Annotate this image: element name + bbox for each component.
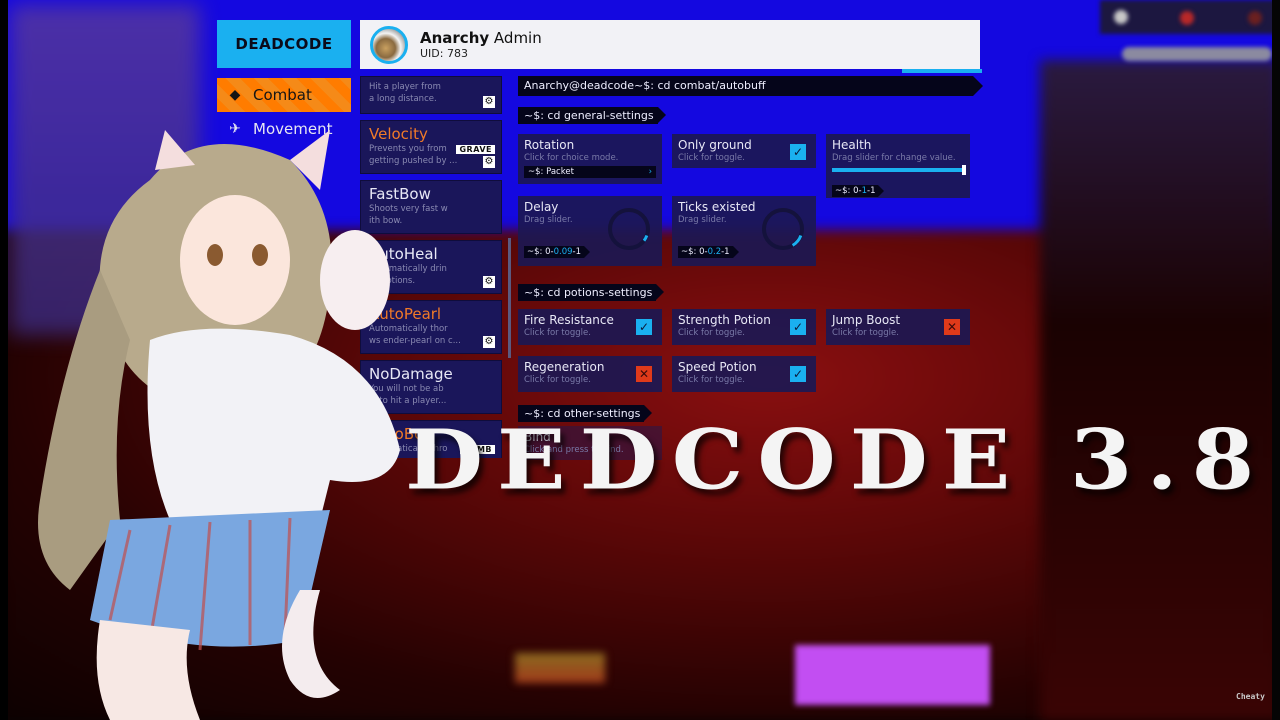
value-suffix: -1 (867, 186, 876, 196)
background-hud-dot (1180, 11, 1194, 25)
delay-dial-slider[interactable] (606, 206, 652, 252)
setting-delay[interactable]: Delay Drag slider. ~$: 0-0.09-1 (518, 196, 662, 266)
chevron-right-icon: › (648, 167, 652, 177)
ticks-dial-slider[interactable] (760, 206, 806, 252)
setting-potion[interactable]: Fire Resistance Click for toggle. ✓ (518, 309, 662, 345)
setting-hint: Click for choice mode. (524, 153, 619, 163)
combat-icon: ◆ (229, 87, 241, 103)
value-suffix: -1 (721, 247, 730, 257)
health-value: ~$: 0-1-1 (832, 185, 886, 197)
thumbnail-title: DEDCODE 3.8 (405, 411, 1269, 509)
character-sweater (147, 328, 400, 530)
profile-role: Admin (489, 28, 542, 47)
only-ground-checkbox[interactable]: ✓ (790, 144, 806, 160)
module-keybind-badge[interactable]: GRAVE (456, 145, 495, 154)
module-description: Hit a player from (369, 82, 441, 92)
setting-name: Rotation (524, 138, 575, 152)
profile-uid: UID: 783 (420, 46, 468, 60)
delay-value: ~$: 0-0.09-1 (524, 246, 590, 258)
background-hud-bar (1122, 47, 1272, 61)
profile-name-bold: Anarchy (420, 28, 490, 47)
background-blur-right (1040, 60, 1280, 720)
value-prefix: ~$: 0- (527, 247, 554, 257)
value-suffix: -1 (572, 247, 581, 257)
setting-ticks-existed[interactable]: Ticks existed Drag slider. ~$: 0-0.2-1 (672, 196, 816, 266)
section-general-wrap: ~$: cd general-settings (518, 104, 983, 124)
module-description: a long distance. (369, 94, 437, 105)
module-card[interactable]: Hit a player from a long distance. ⚙ (360, 76, 502, 114)
value-current: 0.2 (707, 247, 722, 257)
background-hotbar-purple (795, 645, 990, 705)
gear-icon[interactable]: ⚙ (483, 96, 495, 108)
value-prefix: ~$: 0- (835, 186, 862, 196)
category-combat[interactable]: ◆ Combat (217, 78, 351, 112)
section-potions-wrap: ~$: cd potions-settings (518, 281, 665, 301)
checkbox-checked[interactable]: ✓ (636, 319, 652, 335)
setting-name: Health (832, 138, 872, 152)
anime-character-illustration (38, 130, 400, 720)
select-value: ~$: Packet (528, 167, 574, 177)
ticks-value-wrap: ~$: 0-0.2-1 (678, 239, 739, 258)
module-list-scrollbar[interactable] (508, 238, 511, 358)
background-hud-dot (1248, 11, 1262, 25)
terminal-path: Anarchy@deadcode~$: cd combat/autobuff (518, 76, 983, 96)
setting-potion[interactable]: Regeneration Click for toggle. ✕ (518, 356, 662, 392)
setting-rotation[interactable]: Rotation Click for choice mode. ~$: Pack… (518, 134, 662, 184)
value-current: 0.09 (553, 247, 573, 257)
background-hud-dot (1114, 10, 1128, 24)
health-slider[interactable] (832, 165, 966, 175)
letterbox-right (1272, 0, 1280, 720)
checkbox-unchecked[interactable]: ✕ (944, 319, 960, 335)
section-general-settings: ~$: cd general-settings (518, 107, 666, 124)
character-eye (207, 244, 223, 266)
setting-potion[interactable]: Jump Boost Click for toggle. ✕ (826, 309, 970, 345)
setting-health[interactable]: Health Drag slider for change value. ~$:… (826, 134, 970, 198)
checkbox-checked[interactable]: ✓ (790, 366, 806, 382)
checkbox-checked[interactable]: ✓ (790, 319, 806, 335)
setting-potion[interactable]: Strength Potion Click for toggle. ✓ (672, 309, 816, 345)
category-label: Combat (253, 86, 312, 104)
checkbox-unchecked[interactable]: ✕ (636, 366, 652, 382)
setting-potion[interactable]: Speed Potion Click for toggle. ✓ (672, 356, 816, 392)
rotation-mode-select[interactable]: ~$: Packet › (524, 166, 656, 178)
slider-handle[interactable] (962, 165, 966, 175)
delay-value-wrap: ~$: 0-0.09-1 (524, 239, 590, 258)
settings-panel: Anarchy@deadcode~$: cd combat/autobuff ~… (518, 76, 983, 460)
avatar[interactable] (370, 25, 408, 64)
gear-icon[interactable]: ⚙ (483, 276, 495, 288)
character-paw-glove (320, 230, 390, 330)
ticks-value: ~$: 0-0.2-1 (678, 246, 739, 258)
background-hotbar-left (515, 653, 605, 683)
section-potions-settings: ~$: cd potions-settings (518, 284, 665, 301)
dial-fill (791, 234, 803, 247)
setting-hint: Drag slider for change value. (832, 153, 956, 163)
character-legs (96, 620, 200, 720)
profile-name: Anarchy Admin (420, 29, 542, 47)
setting-only-ground[interactable]: Only ground Click for toggle. ✓ (672, 134, 816, 168)
health-value-wrap: ~$: 0-1-1 (832, 178, 964, 197)
value-prefix: ~$: 0- (681, 247, 708, 257)
dial-track (608, 208, 650, 250)
watermark-text: Cheaty (1236, 692, 1265, 701)
client-logo: DEADCODE (217, 20, 351, 68)
gear-icon[interactable]: ⚙ (483, 156, 495, 168)
character-eye (252, 244, 268, 266)
character-face (180, 195, 290, 325)
gear-icon[interactable]: ⚙ (483, 336, 495, 348)
profile-header: Anarchy Admin UID: 783 (360, 20, 982, 73)
